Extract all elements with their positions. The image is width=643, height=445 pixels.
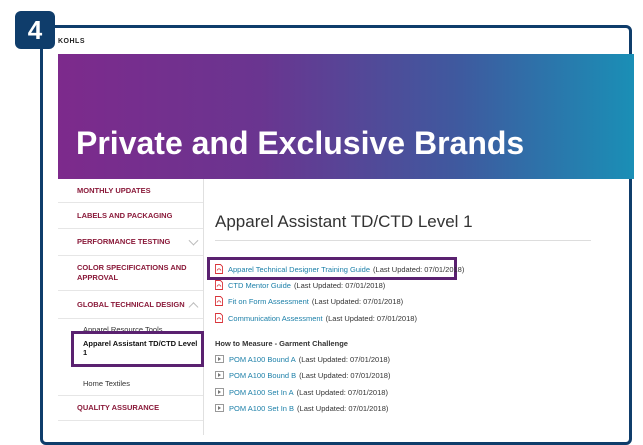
pdf-icon <box>215 313 223 323</box>
document-updated-date: (Last Updated: 07/01/2018) <box>325 313 417 323</box>
video-updated-date: (Last Updated: 07/01/2018) <box>299 370 391 380</box>
document-row: Fit on Form Assessment (Last Updated: 07… <box>215 295 403 307</box>
document-link[interactable]: CTD Mentor Guide <box>228 281 291 290</box>
sidebar-subitem-home-textiles[interactable]: Home Textiles <box>58 372 203 394</box>
pdf-icon <box>215 280 223 290</box>
document-row: Apparel Technical Designer Training Guid… <box>215 263 464 275</box>
video-icon <box>215 388 224 396</box>
video-link[interactable]: POM A100 Bound A <box>229 355 296 364</box>
sidebar-item-label: LABELS AND PACKAGING <box>77 210 173 220</box>
sidebar-item-quality-assurance[interactable]: QUALITY ASSURANCE <box>58 395 203 421</box>
video-row: POM A100 Set In B (Last Updated: 07/01/2… <box>215 402 388 414</box>
sidebar-item-label: COLOR SPECIFICATIONS AND APPROVAL <box>77 263 187 282</box>
sidebar-item-label: GLOBAL TECHNICAL DESIGN <box>77 299 185 309</box>
brand-logo[interactable]: KOHLS <box>58 38 85 45</box>
sidebar-item-label: MONTHLY UPDATES <box>77 185 151 195</box>
video-updated-date: (Last Updated: 07/01/2018) <box>298 354 391 364</box>
document-row: CTD Mentor Guide (Last Updated: 07/01/20… <box>215 279 385 291</box>
video-row: POM A100 Set In A (Last Updated: 07/01/2… <box>215 386 388 398</box>
chevron-up-icon[interactable] <box>188 301 199 312</box>
section-heading: How to Measure - Garment Challenge <box>215 339 348 348</box>
document-link[interactable]: Apparel Technical Designer Training Guid… <box>228 265 370 274</box>
sidebar-highlight-box <box>71 331 204 367</box>
document-updated-date: (Last Updated: 07/01/2018) <box>311 296 404 306</box>
sidebar-item-monthly-updates[interactable]: MONTHLY UPDATES <box>58 179 203 203</box>
video-updated-date: (Last Updated: 07/01/2018) <box>297 403 389 413</box>
video-icon <box>215 404 224 412</box>
title-divider <box>215 240 591 241</box>
sidebar-item-label: PERFORMANCE TESTING <box>77 237 171 247</box>
pdf-icon <box>215 264 223 274</box>
sidebar-item-global-technical-design[interactable]: GLOBAL TECHNICAL DESIGN <box>58 291 203 319</box>
chevron-down-icon[interactable] <box>188 235 199 246</box>
sidebar-item-color-specifications[interactable]: COLOR SPECIFICATIONS AND APPROVAL <box>58 256 203 291</box>
page-title: Private and Exclusive Brands <box>76 125 525 161</box>
content-title: Apparel Assistant TD/CTD Level 1 <box>215 212 473 231</box>
sidebar-item-labels-and-packaging[interactable]: LABELS AND PACKAGING <box>58 203 203 229</box>
video-row: POM A100 Bound A (Last Updated: 07/01/20… <box>215 353 390 365</box>
video-updated-date: (Last Updated: 07/01/2018) <box>296 387 388 397</box>
document-updated-date: (Last Updated: 07/01/2018) <box>293 280 386 290</box>
step-number-badge: 4 <box>15 11 55 49</box>
video-link[interactable]: POM A100 Set In B <box>229 404 294 413</box>
video-row: POM A100 Bound B (Last Updated: 07/01/20… <box>215 369 390 381</box>
video-icon <box>215 371 224 379</box>
document-link[interactable]: Fit on Form Assessment <box>228 297 309 306</box>
document-row: Communication Assessment (Last Updated: … <box>215 312 417 324</box>
sidebar-nav: MONTHLY UPDATES LABELS AND PACKAGING PER… <box>58 179 204 435</box>
sidebar-item-performance-testing[interactable]: PERFORMANCE TESTING <box>58 229 203 256</box>
document-updated-date: (Last Updated: 07/01/2018) <box>373 264 465 274</box>
sidebar-item-label: QUALITY ASSURANCE <box>77 403 160 413</box>
video-link[interactable]: POM A100 Set In A <box>229 388 294 397</box>
document-link[interactable]: Communication Assessment <box>228 314 323 323</box>
pdf-icon <box>215 296 223 306</box>
video-icon <box>215 355 224 363</box>
video-link[interactable]: POM A100 Bound B <box>229 371 296 380</box>
sidebar-subitem-label: Home Textiles <box>83 378 130 388</box>
